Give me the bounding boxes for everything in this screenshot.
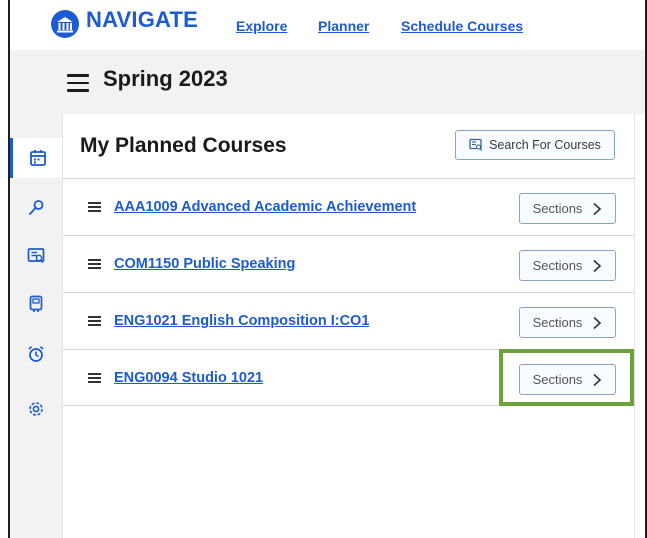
rail-item-notebook[interactable] (10, 284, 62, 324)
side-rail (10, 114, 62, 538)
drag-handle-icon[interactable] (88, 202, 101, 212)
rail-item-catalog[interactable] (10, 236, 62, 276)
course-row: COM1150 Public Speaking Sections (63, 235, 634, 292)
nav-link-explore[interactable]: Explore (236, 18, 287, 34)
brand-name: NAVIGATE (86, 7, 199, 32)
sections-button[interactable]: Sections (519, 307, 616, 338)
search-key-icon (29, 200, 44, 215)
drag-handle-icon[interactable] (88, 373, 101, 383)
course-row: ENG0094 Studio 1021 Sections (63, 349, 634, 406)
course-link[interactable]: AAA1009 Advanced Academic Achievement (114, 199, 416, 215)
sections-label: Sections (532, 372, 583, 387)
sections-button[interactable]: Sections (519, 250, 616, 281)
course-link[interactable]: COM1150 Public Speaking (114, 256, 295, 272)
drag-handle-icon[interactable] (88, 316, 101, 326)
chevron-right-icon (593, 202, 602, 215)
sections-label: Sections (532, 201, 583, 216)
navigate-logo-icon (51, 10, 79, 38)
term-title: Spring 2023 (103, 66, 228, 91)
course-link[interactable]: ENG1021 English Composition I:CO1 (114, 313, 369, 329)
course-catalog-icon (27, 248, 45, 264)
sections-button[interactable]: Sections (519, 364, 616, 395)
course-search-icon (469, 138, 483, 151)
drag-handle-icon[interactable] (88, 259, 101, 269)
sections-label: Sections (532, 258, 583, 273)
search-for-courses-label: Search For Courses (489, 138, 601, 152)
rail-item-alarm[interactable] (10, 334, 62, 374)
rail-item-calendar[interactable] (10, 138, 62, 178)
course-row: AAA1009 Advanced Academic Achievement Se… (63, 178, 634, 235)
sections-label: Sections (532, 315, 583, 330)
chevron-right-icon (593, 373, 602, 386)
settings-gear-icon (29, 402, 43, 416)
notebook-icon (29, 295, 43, 312)
course-link[interactable]: ENG0094 Studio 1021 (114, 370, 263, 386)
rail-item-search[interactable] (10, 188, 62, 228)
top-nav-bar: NAVIGATE Explore Planner Schedule Course… (10, 0, 645, 51)
rail-item-settings[interactable] (10, 389, 62, 429)
search-for-courses-button[interactable]: Search For Courses (455, 130, 615, 160)
nav-link-schedule-courses[interactable]: Schedule Courses (401, 18, 523, 34)
panel-title: My Planned Courses (80, 134, 287, 157)
calendar-icon (29, 150, 46, 166)
planned-courses-panel: My Planned Courses Search For Courses AA… (62, 114, 635, 538)
chevron-right-icon (593, 316, 602, 329)
term-header: Spring 2023 (10, 50, 645, 114)
alarm-clock-icon (28, 346, 44, 362)
nav-link-planner[interactable]: Planner (318, 18, 369, 34)
sections-button[interactable]: Sections (519, 193, 616, 224)
course-row: ENG1021 English Composition I:CO1 Sectio… (63, 292, 634, 349)
chevron-right-icon (593, 259, 602, 272)
menu-toggle-icon[interactable] (67, 74, 89, 92)
